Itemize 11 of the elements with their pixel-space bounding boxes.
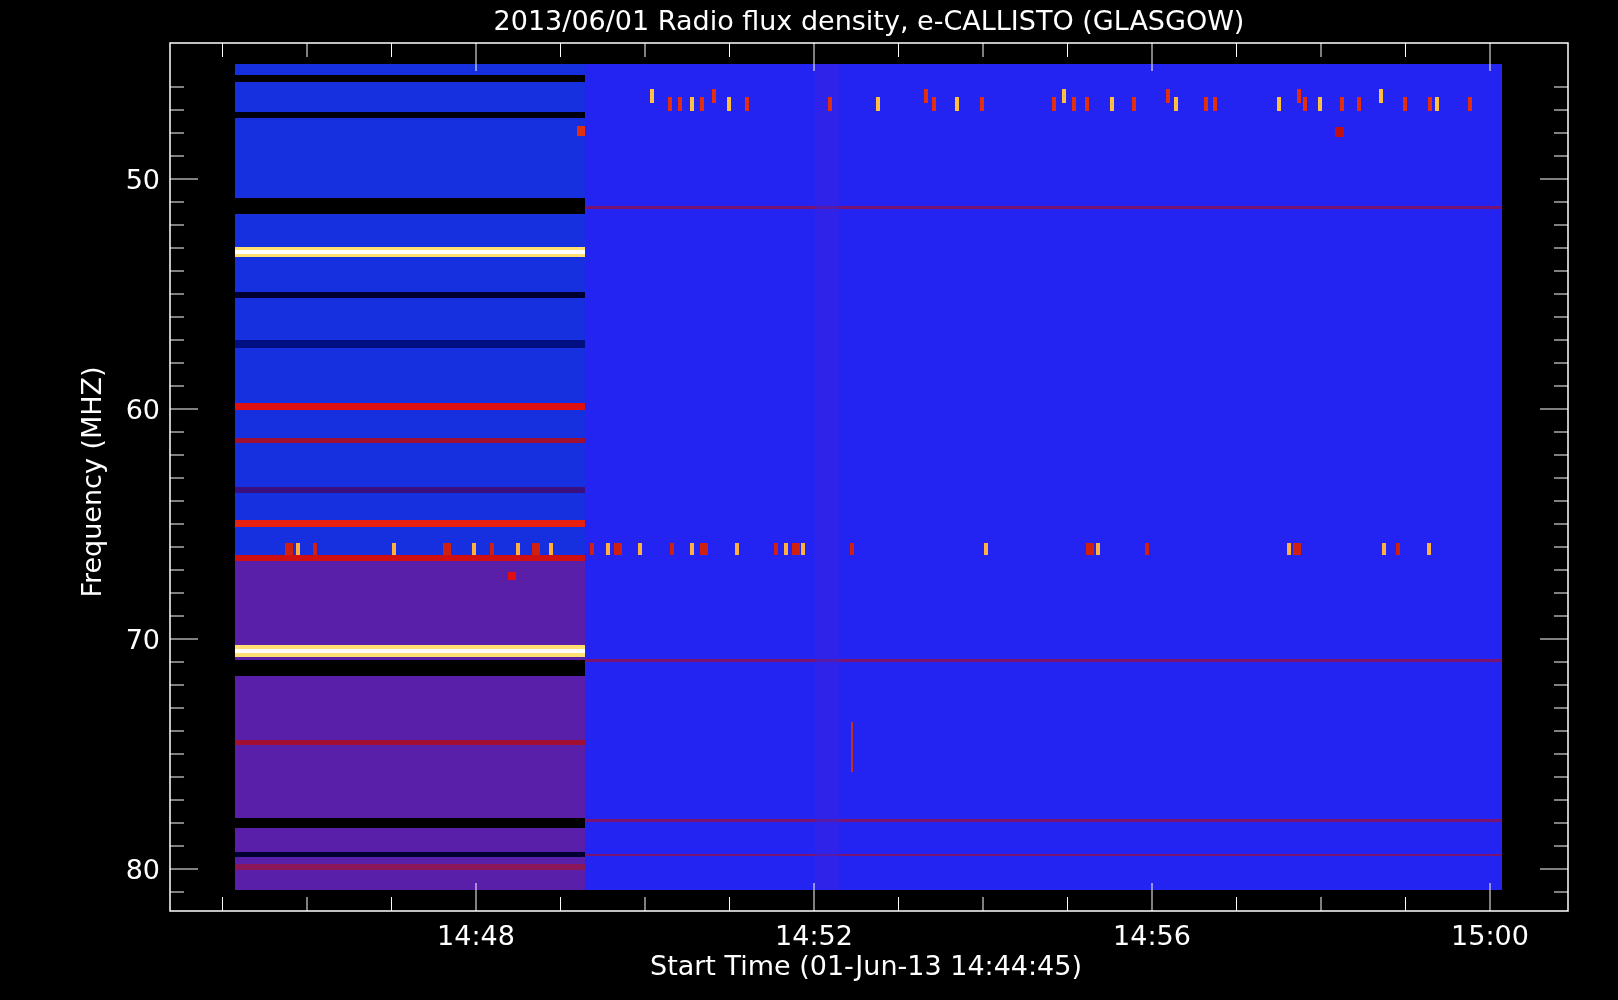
chart-title: 2013/06/01 Radio flux density, e-CALLISTO (GLASGOW) xyxy=(493,5,1245,36)
y-tick-label: 60 xyxy=(125,394,160,425)
x-tick-label: 14:48 xyxy=(437,920,515,951)
x-axis-label: Start Time (01-Jun-13 14:44:45) xyxy=(650,950,1082,981)
x-tick-label: 14:56 xyxy=(1113,920,1191,951)
x-tick-label: 15:00 xyxy=(1451,920,1529,951)
y-tick-label: 50 xyxy=(125,164,160,195)
x-tick-label: 14:52 xyxy=(775,920,853,951)
y-tick-label: 80 xyxy=(125,854,160,885)
y-tick-label: 70 xyxy=(125,624,160,655)
y-axis-label: Frequency (MHZ) xyxy=(76,366,107,598)
